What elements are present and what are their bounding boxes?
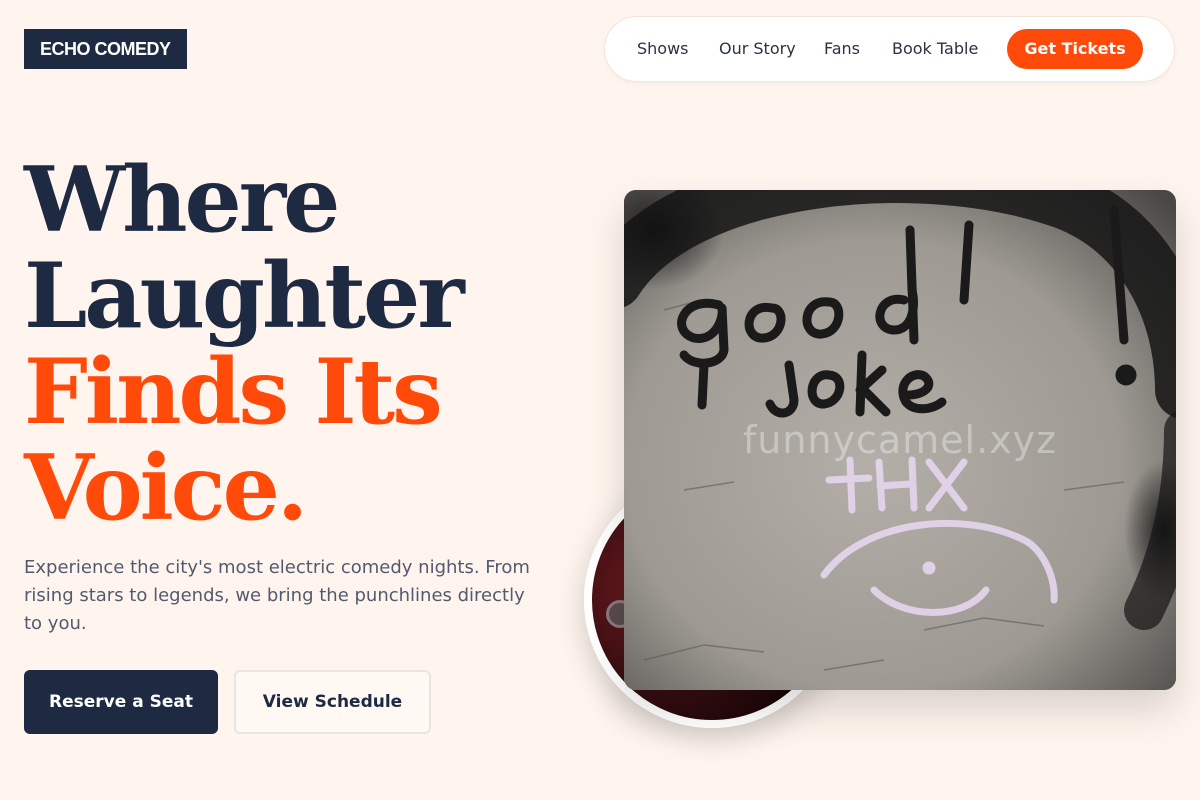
nav-link-our-story[interactable]: Our Story: [719, 17, 796, 81]
hero-title-line: Laughter: [24, 243, 465, 349]
nav-link-fans[interactable]: Fans: [824, 17, 860, 81]
main-nav: Shows Our Story Fans Book Table Get Tick…: [604, 16, 1175, 82]
graffiti-photo: funnycamel.xyz: [624, 190, 1176, 690]
image-watermark: funnycamel.xyz: [742, 418, 1058, 462]
brand-logo[interactable]: ECHO COMEDY: [24, 29, 187, 69]
get-tickets-button[interactable]: Get Tickets: [1007, 29, 1143, 69]
hero-title: Where Laughter Finds Its Voice.: [24, 147, 465, 541]
hero-title-line: Where: [24, 147, 340, 253]
nav-link-book-table[interactable]: Book Table: [892, 17, 978, 81]
landing-page: ECHO COMEDY Shows Our Story Fans Book Ta…: [0, 0, 1200, 800]
hero-title-accent-line: Finds Its: [24, 339, 443, 445]
view-schedule-button[interactable]: View Schedule: [234, 670, 431, 734]
reserve-seat-button[interactable]: Reserve a Seat: [24, 670, 218, 734]
hero-subtitle: Experience the city's most electric come…: [24, 557, 530, 634]
nav-link-shows[interactable]: Shows: [637, 17, 689, 81]
hero-title-accent-line: Voice.: [24, 435, 308, 541]
